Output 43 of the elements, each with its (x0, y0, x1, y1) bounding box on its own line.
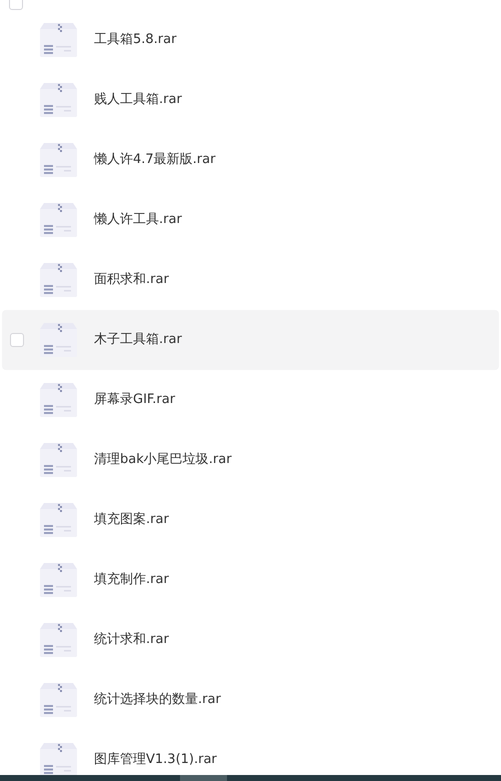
file-row[interactable]: 填充图案.rar (2, 490, 499, 550)
file-name: 木子工具箱.rar (94, 331, 182, 350)
file-name: 面积求和.rar (94, 271, 169, 290)
file-row[interactable]: 清理bak小尾巴垃圾.rar (2, 430, 499, 490)
file-name: 工具箱5.8.rar (94, 31, 176, 50)
file-name: 清理bak小尾巴垃圾.rar (94, 451, 232, 470)
archive-icon (40, 683, 77, 717)
archive-icon (40, 383, 77, 417)
file-name: 图库管理V1.3(1).rar (94, 751, 217, 770)
archive-icon (40, 623, 77, 657)
file-row[interactable]: 图库管理V1.3(1).rar (2, 730, 499, 781)
file-name: 懒人许工具.rar (94, 211, 182, 230)
archive-icon (40, 143, 77, 177)
file-row[interactable]: 工具箱5.8.rar (2, 10, 499, 70)
file-name: 统计选择块的数量.rar (94, 691, 221, 710)
archive-icon (40, 263, 77, 297)
file-row[interactable]: 屏幕录GIF.rar (2, 370, 499, 430)
file-name: 填充制作.rar (94, 571, 169, 590)
scrollbar[interactable] (0, 775, 501, 781)
archive-icon (40, 743, 77, 777)
file-name: 懒人许4.7最新版.rar (94, 151, 216, 170)
file-name: 填充图案.rar (94, 511, 169, 530)
archive-icon (40, 443, 77, 477)
archive-icon (40, 83, 77, 117)
checkbox[interactable] (10, 333, 24, 347)
file-name: 统计求和.rar (94, 631, 169, 650)
archive-icon (40, 503, 77, 537)
archive-icon (40, 563, 77, 597)
file-row[interactable]: 统计选择块的数量.rar (2, 670, 499, 730)
file-name: 贱人工具箱.rar (94, 91, 182, 110)
archive-icon (40, 323, 77, 357)
file-row[interactable]: 木子工具箱.rar (2, 310, 499, 370)
checkbox[interactable] (9, 0, 23, 10)
file-row[interactable]: 懒人许工具.rar (2, 190, 499, 250)
file-row[interactable]: 贱人工具箱.rar (2, 70, 499, 130)
archive-icon (40, 203, 77, 237)
file-row[interactable]: 填充制作.rar (2, 550, 499, 610)
file-row[interactable]: 面积求和.rar (2, 250, 499, 310)
file-row[interactable]: 统计求和.rar (2, 610, 499, 670)
file-row[interactable]: 懒人许4.7最新版.rar (2, 130, 499, 190)
scrollbar-thumb[interactable] (180, 775, 227, 781)
file-name: 屏幕录GIF.rar (94, 391, 176, 410)
archive-icon (40, 23, 77, 57)
